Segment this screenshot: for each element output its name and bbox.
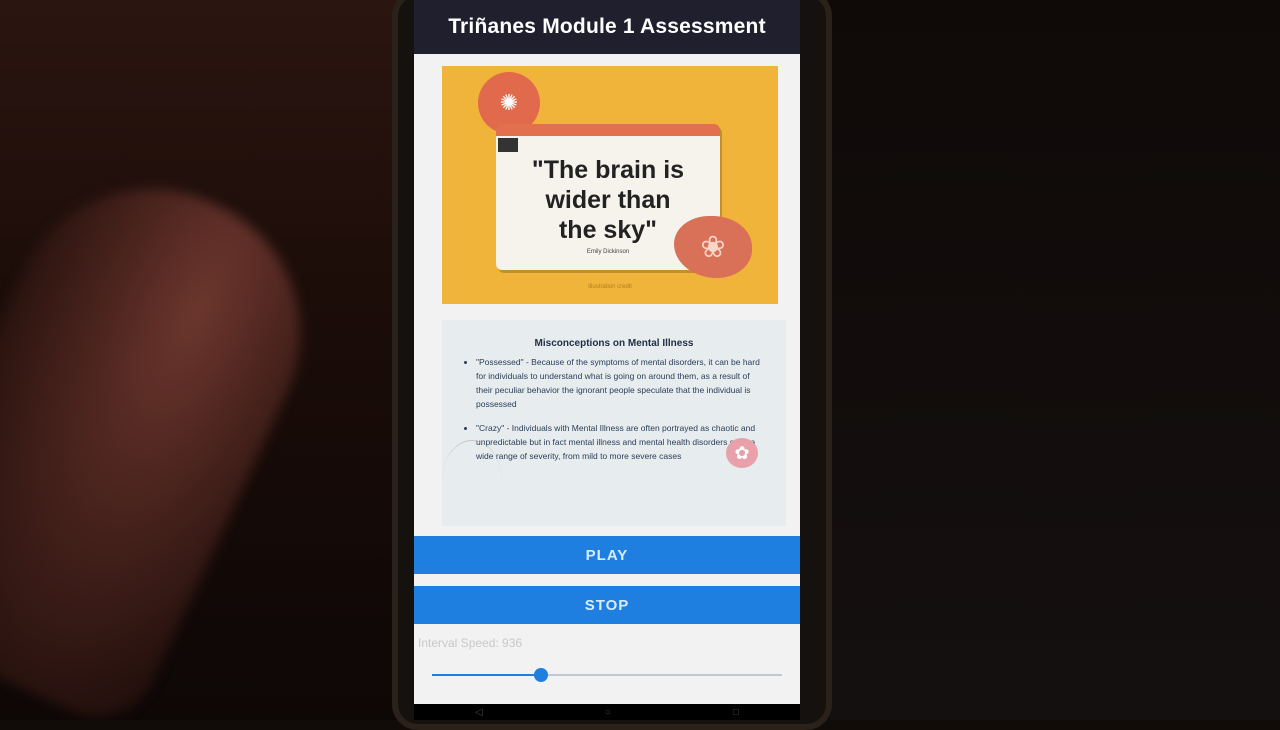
back-icon[interactable]: ◁ [475,707,483,718]
home-icon[interactable]: ○ [605,707,611,718]
quote-footnote: Illustration credit [588,284,632,290]
info-image: Misconceptions on Mental Illness "Posses… [442,320,786,526]
system-nav-bar: ◁ ○ □ [414,704,800,720]
stop-button[interactable]: STOP [414,586,800,624]
play-button[interactable]: PLAY [414,536,800,574]
quote-text: "The brain is wider than the sky" [531,156,685,244]
recent-apps-icon[interactable]: □ [733,707,739,718]
interval-speed-label: Interval Speed: 936 [418,636,523,650]
list-item: "Possessed" - Because of the symptoms of… [476,355,762,411]
info-list: "Possessed" - Because of the symptoms of… [476,355,762,463]
app-bar: Triñanes Module 1 Assessment [414,0,800,54]
quote-image: ✺ "The brain is wider than the sky" Emil… [442,66,778,304]
quote-author: Emily Dickinson [586,249,630,255]
desk-background-left [0,0,420,720]
info-title: Misconceptions on Mental Illness [534,338,694,349]
slider-thumb[interactable] [533,668,548,682]
desk-background-right [830,0,1280,720]
decorative-sketch [442,440,502,521]
slider-fill [432,674,541,676]
app-title: Triñanes Module 1 Assessment [448,15,766,38]
flower-icon: ✿ [726,438,758,468]
list-item: "Crazy" - Individuals with Mental Illnes… [476,421,762,463]
phone-screen: Triñanes Module 1 Assessment ✺ "The brai… [414,0,800,704]
interval-speed-slider[interactable] [432,664,782,686]
pin-icon [498,138,518,152]
blurred-finger [0,143,347,720]
